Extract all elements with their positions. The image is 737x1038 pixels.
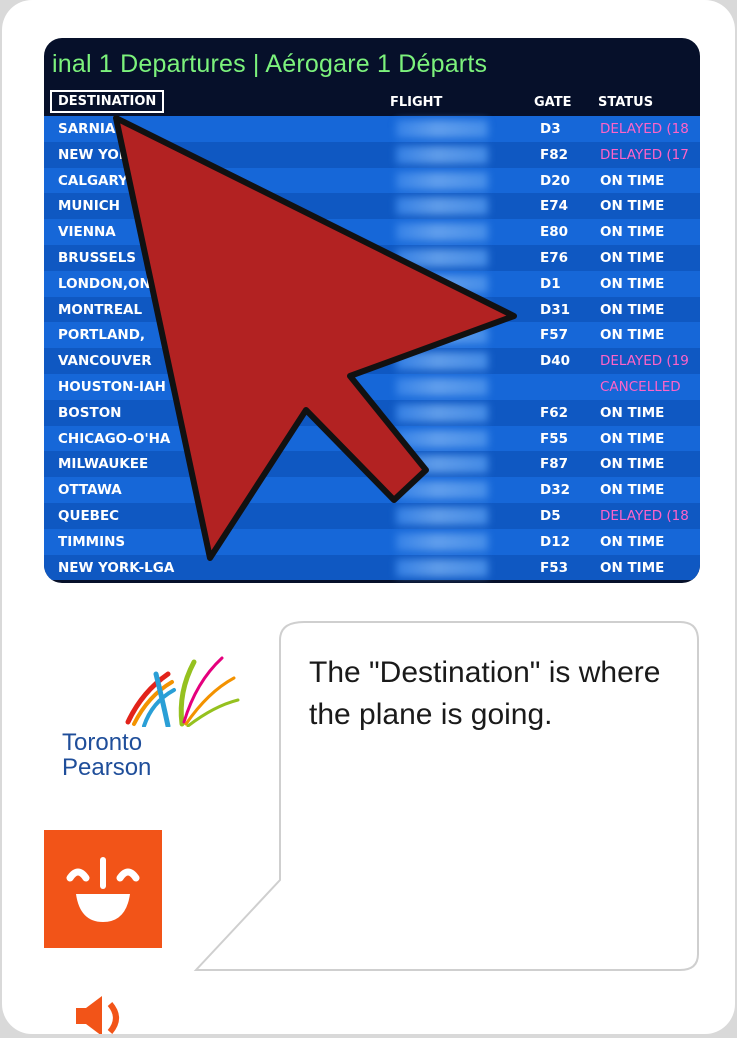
cursor-arrow-icon [113,115,517,561]
speaker-icon[interactable] [76,994,136,1034]
departures-board-image: inal 1 Departures | Aérogare 1 Départs D… [44,38,700,583]
smile-face-icon [44,830,162,948]
logo-line-toronto: Toronto [62,729,143,756]
logo-line-pearson: Pearson [62,754,152,781]
lesson-card: inal 1 Departures | Aérogare 1 Départs D… [2,0,735,1034]
bubble-text: The "Destination" is where the plane is … [309,656,661,731]
